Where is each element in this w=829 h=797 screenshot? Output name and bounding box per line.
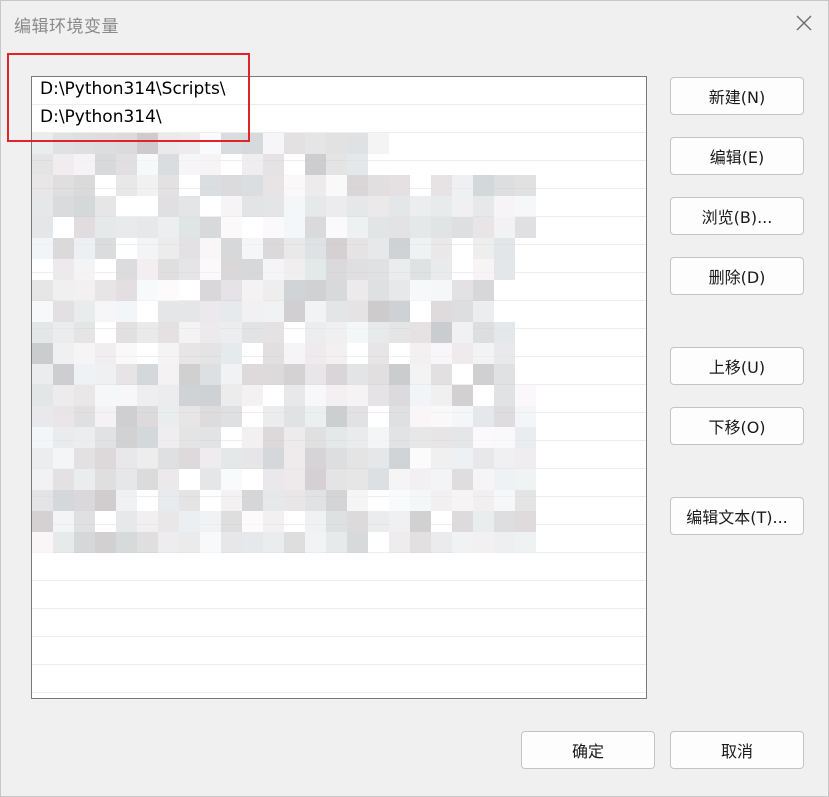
empty-list-row — [32, 217, 646, 245]
edit-button[interactable]: 编辑(E) — [670, 137, 804, 175]
edit-text-button[interactable]: 编辑文本(T)... — [670, 497, 804, 535]
empty-list-row — [32, 385, 646, 413]
list-item[interactable]: D:\Python314\Scripts\ — [32, 77, 646, 105]
title-bar: 编辑环境变量 — [1, 1, 828, 45]
empty-list-row — [32, 161, 646, 189]
empty-list-row — [32, 329, 646, 357]
browse-button[interactable]: 浏览(B)... — [670, 197, 804, 235]
list-item-text: D:\Python314\ — [40, 107, 162, 127]
empty-list-row — [32, 609, 646, 637]
empty-list-row — [32, 413, 646, 441]
delete-button[interactable]: 删除(D) — [670, 257, 804, 295]
empty-list-row — [32, 441, 646, 469]
move-up-button[interactable]: 上移(U) — [670, 347, 804, 385]
empty-list-row — [32, 245, 646, 273]
close-button[interactable] — [786, 5, 822, 41]
empty-list-row — [32, 693, 646, 698]
empty-list-row — [32, 581, 646, 609]
cancel-button[interactable]: 取消 — [670, 731, 804, 769]
new-button[interactable]: 新建(N) — [670, 77, 804, 115]
empty-list-row — [32, 525, 646, 553]
close-icon — [796, 15, 812, 31]
empty-list-row — [32, 133, 646, 161]
ok-button[interactable]: 确定 — [521, 731, 655, 769]
empty-list-row — [32, 553, 646, 581]
list-item-text: D:\Python314\Scripts\ — [40, 79, 226, 99]
list-item[interactable]: D:\Python314\ — [32, 105, 646, 133]
path-list[interactable]: D:\Python314\Scripts\ D:\Python314\ — [31, 76, 647, 699]
empty-list-row — [32, 665, 646, 693]
empty-list-row — [32, 497, 646, 525]
empty-list-row — [32, 301, 646, 329]
empty-list-row — [32, 469, 646, 497]
empty-list-row — [32, 357, 646, 385]
empty-list-row — [32, 189, 646, 217]
empty-list-row — [32, 637, 646, 665]
window-title: 编辑环境变量 — [14, 17, 119, 37]
empty-list-row — [32, 273, 646, 301]
edit-env-variable-dialog: 编辑环境变量 D:\Python314\Scripts\ D:\Python31… — [0, 0, 829, 797]
move-down-button[interactable]: 下移(O) — [670, 407, 804, 445]
